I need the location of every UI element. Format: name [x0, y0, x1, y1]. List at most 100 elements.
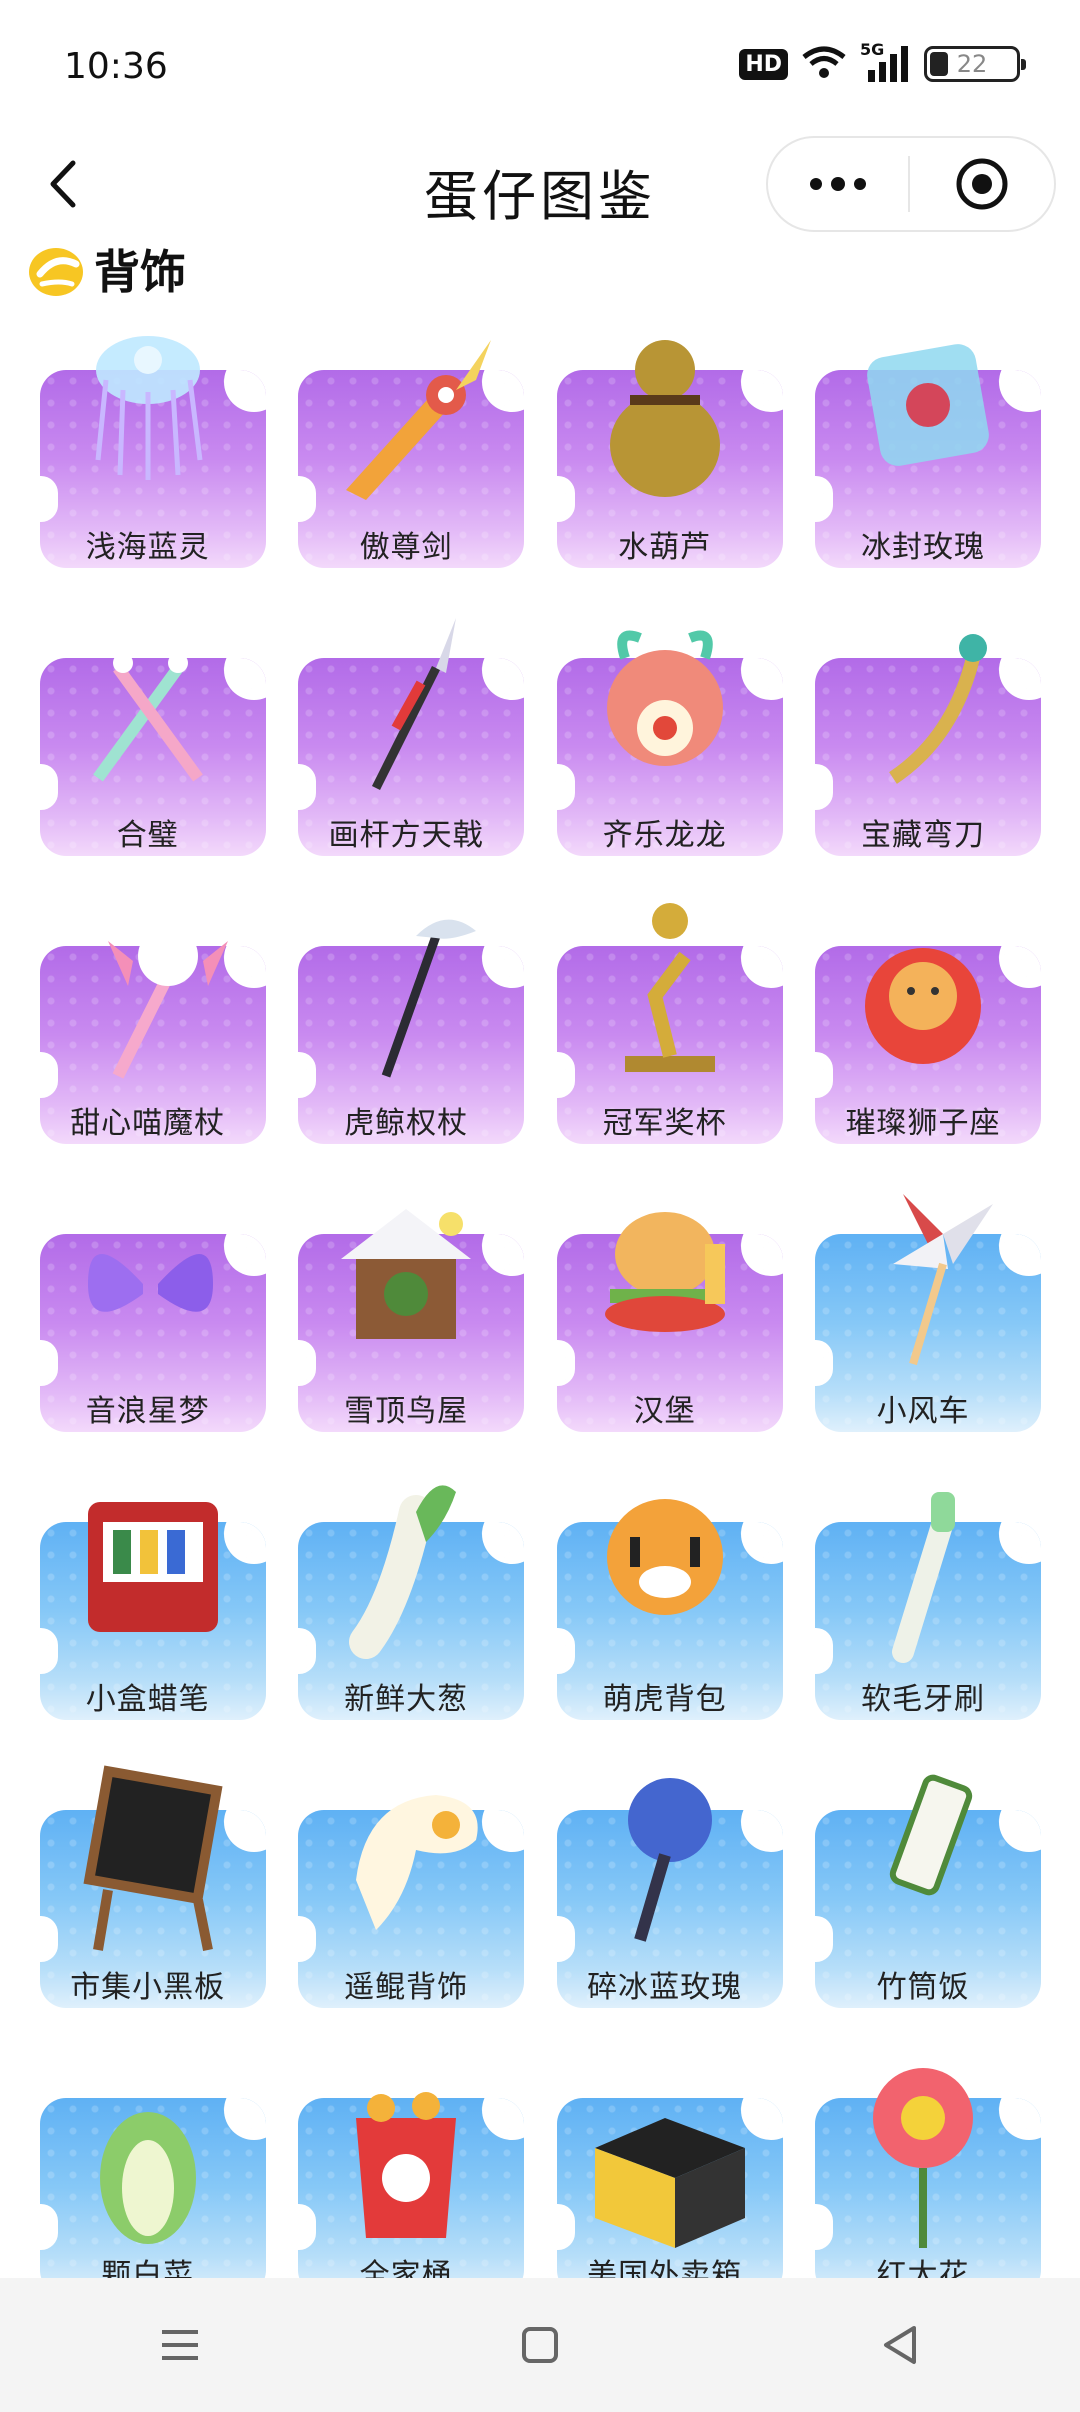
item-name: 冠军奖杯 [602, 1106, 727, 1141]
item-name: 萌虎背包 [602, 1682, 727, 1717]
item-name: 浅海蓝灵 [85, 530, 210, 565]
tiger-bag-icon [606, 1499, 723, 1615]
item-card[interactable]: 碎冰蓝玫瑰 [545, 1740, 785, 2010]
close-button[interactable] [910, 138, 1054, 230]
blue-rose-icon [627, 1778, 712, 1942]
item-name: 璀璨狮子座 [845, 1106, 1001, 1141]
mini-program-capsule [766, 136, 1056, 232]
crayon-box-icon [87, 1502, 218, 1632]
item-card[interactable]: 小风车 [803, 1164, 1043, 1434]
dragon-icon [606, 630, 723, 766]
item-name: 雪顶鸟屋 [344, 1394, 469, 1429]
menu-icon [162, 2330, 198, 2360]
item-card[interactable]: 萌虎背包 [545, 1452, 785, 1722]
item-card[interactable]: 合璧 [28, 588, 268, 858]
blackboard-icon [83, 1765, 223, 1951]
item-card[interactable]: 虎鲸权杖 [286, 876, 526, 1146]
item-card[interactable]: 音浪星梦 [28, 1164, 268, 1434]
delivery-box-icon [594, 2118, 745, 2248]
item-name: 虎鲸权杖 [344, 1106, 469, 1141]
item-name: 小盒蜡笔 [85, 1682, 210, 1717]
wifi-icon [802, 45, 846, 83]
twin-swords-icon [92, 653, 203, 782]
more-button[interactable] [768, 138, 908, 230]
item-card[interactable]: 冠军奖杯 [545, 876, 785, 1146]
item-name: 小风车 [876, 1394, 970, 1429]
leek-icon [349, 1485, 457, 1659]
item-card[interactable]: 冰封玫瑰 [803, 300, 1043, 570]
item-name: 音浪星梦 [85, 1394, 210, 1429]
item-card[interactable]: 竹筒饭 [803, 1740, 1043, 2010]
item-name: 全家桶 [359, 2258, 453, 2280]
egg-logo-icon [29, 248, 83, 296]
orca-scepter-icon [381, 919, 477, 1078]
bamboo-rice-icon [889, 1774, 973, 1896]
item-card[interactable]: 浅海蓝灵 [28, 300, 268, 570]
item-name: 合璧 [116, 818, 179, 853]
menu-button[interactable] [140, 2305, 220, 2385]
item-name: 红太花 [876, 2258, 970, 2280]
item-card[interactable]: 红太花 [803, 2028, 1043, 2280]
triangle-back-icon [884, 2326, 916, 2364]
home-button[interactable] [500, 2305, 580, 2385]
item-card[interactable]: 傲尊剑 [286, 300, 526, 570]
item-card[interactable]: 颗白菜 [28, 2028, 268, 2280]
item-card[interactable]: 全家桶 [286, 2028, 526, 2280]
item-name: 市集小黑板 [70, 1970, 226, 2005]
item-card[interactable]: 雪顶鸟屋 [286, 1164, 526, 1434]
kun-icon [356, 1795, 478, 1930]
item-name: 颗白菜 [101, 2258, 195, 2280]
item-card[interactable]: 软毛牙刷 [803, 1452, 1043, 1722]
item-name: 竹筒饭 [876, 1970, 970, 2005]
item-card[interactable]: 美国外卖箱 [545, 2028, 785, 2280]
item-card[interactable]: 水葫芦 [545, 300, 785, 570]
item-name: 遥鲲背饰 [344, 1970, 469, 2005]
item-grid: 浅海蓝灵 傲尊剑 水葫芦 冰封玫瑰合璧 画杆方天戟 齐乐龙龙 宝藏弯刀甜心喵魔杖 虎鲸权杖 冠军… [0, 300, 1080, 2280]
cabbage-icon [99, 2112, 196, 2244]
sword-icon [346, 340, 492, 500]
nav-bar: 蛋仔图鉴 [0, 130, 1080, 240]
item-card[interactable]: 汉堡 [545, 1164, 785, 1434]
status-bar: 10:36 HD 5G 22 [0, 0, 1080, 130]
battery-level: 22 [956, 50, 988, 78]
halberd-icon [372, 618, 457, 791]
item-name: 水葫芦 [618, 530, 712, 565]
item-card[interactable]: 甜心喵魔杖 [28, 876, 268, 1146]
item-name: 冰封玫瑰 [861, 530, 986, 565]
target-close-icon [956, 158, 1008, 210]
pinwheel-icon [893, 1194, 994, 1366]
item-name: 傲尊剑 [359, 530, 453, 565]
system-nav-bar [0, 2278, 1080, 2412]
more-dots-icon [810, 177, 866, 191]
item-card[interactable]: 遥鲲背饰 [286, 1740, 526, 2010]
item-name: 画杆方天戟 [328, 818, 484, 853]
battery-icon: 22 [924, 46, 1026, 82]
item-name: 美国外卖箱 [587, 2258, 743, 2280]
hd-badge: HD [739, 48, 788, 80]
item-card[interactable]: 璀璨狮子座 [803, 876, 1043, 1146]
item-card[interactable]: 小盒蜡笔 [28, 1452, 268, 1722]
toothbrush-icon [892, 1492, 956, 1663]
birdhouse-icon [341, 1209, 472, 1339]
lion-icon [865, 948, 982, 1064]
system-back-button[interactable] [860, 2305, 940, 2385]
burger-icon [604, 1212, 725, 1332]
gourd-icon [609, 340, 720, 497]
item-name: 宝藏弯刀 [861, 818, 986, 853]
status-icons: HD 5G 22 [739, 40, 1026, 84]
item-card[interactable]: 画杆方天戟 [286, 588, 526, 858]
ice-rose-icon [867, 344, 989, 466]
flower-icon [873, 2068, 974, 2248]
item-card[interactable]: 新鲜大葱 [286, 1452, 526, 1722]
jellyfish-icon [95, 336, 203, 480]
bucket-icon [356, 2092, 457, 2238]
item-card[interactable]: 宝藏弯刀 [803, 588, 1043, 858]
item-name: 汉堡 [633, 1394, 696, 1429]
item-card[interactable]: 齐乐龙龙 [545, 588, 785, 858]
status-time: 10:36 [64, 46, 168, 87]
item-card[interactable]: 市集小黑板 [28, 1740, 268, 2010]
section-title: 背饰 [94, 245, 186, 299]
item-name: 齐乐龙龙 [602, 818, 727, 853]
section-header: 背饰 [26, 236, 186, 302]
wings-icon [87, 1254, 213, 1312]
